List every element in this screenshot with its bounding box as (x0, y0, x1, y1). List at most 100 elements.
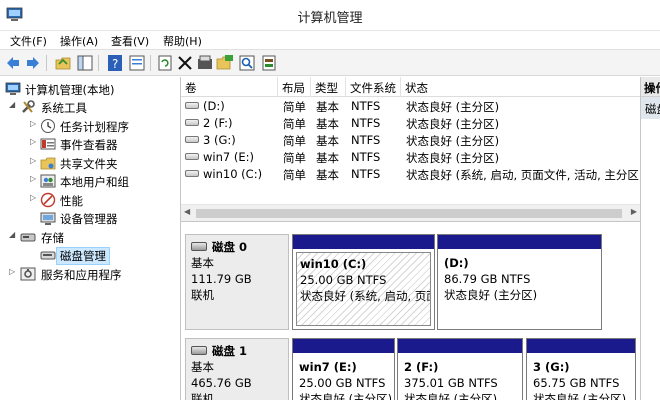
window-title: 计算机管理 (297, 11, 363, 26)
storage-icon (20, 233, 36, 242)
disk-label[interactable]: 磁盘 0 基本 111.79 GB 联机 (185, 234, 289, 330)
menu-file[interactable]: 文件(F) (10, 33, 47, 49)
tree-label: 磁盘管理 (56, 247, 110, 265)
services-icon (20, 267, 36, 281)
volume-filesystem: NTFS (351, 150, 381, 164)
volume-type: 基本 (316, 100, 339, 114)
menu-action[interactable]: 操作(A) (60, 33, 98, 49)
partition-bar (438, 235, 601, 249)
volume-status: 状态良好 (主分区) (406, 151, 500, 165)
tree-label: 计算机管理(本地) (25, 83, 115, 97)
column-header-status[interactable]: 状态 (401, 77, 640, 97)
open-icon[interactable] (216, 54, 234, 72)
menu-help[interactable]: 帮助(H) (163, 33, 202, 49)
tree-item-event-viewer[interactable]: ▷ 事件查看器 (0, 135, 181, 153)
partition-status: 状态良好 (主分区) (533, 392, 627, 400)
partition-name: win7 (E:) (299, 360, 357, 374)
action-pane-header: 操作 (641, 77, 660, 97)
chevron-right-icon[interactable]: ▷ (30, 156, 38, 165)
volume-filesystem: NTFS (351, 167, 381, 181)
volume-row[interactable]: win10 (C:) 简单 基本 NTFS 状态良好 (系统, 启动, 页面文件… (181, 166, 643, 183)
refresh-icon[interactable] (156, 54, 174, 72)
chevron-right-icon[interactable]: ▷ (30, 193, 38, 202)
volume-status: 状态良好 (主分区) (406, 134, 500, 148)
device-manager-icon (40, 212, 56, 225)
back-arrow-icon[interactable] (4, 54, 22, 72)
partition-size: 25.00 GB NTFS (300, 273, 387, 287)
scroll-left-icon[interactable]: ◀ (184, 207, 190, 216)
disk-properties-icon[interactable] (260, 54, 278, 72)
volume-filesystem: NTFS (351, 99, 381, 113)
volume-type: 基本 (316, 117, 339, 131)
tree-item-performance[interactable]: ▷ 性能 (0, 191, 181, 209)
search-icon[interactable] (238, 54, 256, 72)
properties-icon[interactable] (128, 54, 146, 72)
volume-status: 状态良好 (主分区) (406, 100, 500, 114)
tree-item-task-scheduler[interactable]: ▷ 任务计划程序 (0, 117, 181, 135)
chevron-right-icon[interactable]: ▷ (9, 267, 17, 276)
column-header-filesystem[interactable]: 文件系统 (346, 77, 401, 97)
volume-row[interactable]: 2 (F:) 简单 基本 NTFS 状态良好 (主分区) (181, 115, 640, 132)
volume-type: 基本 (316, 134, 339, 148)
format-icon[interactable] (196, 54, 214, 72)
disk-label[interactable]: 磁盘 1 基本 465.76 GB 联机 (185, 338, 289, 400)
partition-g[interactable]: 3 (G:) 65.75 GB NTFS 状态良好 (主分区) (526, 338, 636, 400)
shared-folder-icon (40, 157, 56, 170)
partition-bar (293, 339, 394, 353)
tree-item-system-tools[interactable]: ◢ 系统工具 (0, 98, 181, 116)
volume-row[interactable]: 3 (G:) 简单 基本 NTFS 状态良好 (主分区) (181, 132, 640, 149)
disk-name: 磁盘 0 (191, 239, 288, 255)
delete-icon[interactable] (176, 54, 194, 72)
column-header-layout[interactable]: 布局 (278, 77, 311, 97)
disk-size: 111.79 GB (191, 272, 252, 286)
up-folder-icon[interactable] (54, 54, 72, 72)
partition-status: 状态良好 (主分区) (404, 392, 498, 400)
tree-item-storage[interactable]: ◢ 存储 (0, 228, 181, 246)
chevron-right-icon[interactable]: ▷ (30, 119, 38, 128)
volume-row[interactable]: (D:) 简单 基本 NTFS 状态良好 (主分区) (181, 98, 640, 115)
volume-type: 基本 (316, 151, 339, 165)
volume-icon (185, 102, 199, 109)
tree-item-device-manager[interactable]: 设备管理器 (0, 209, 181, 227)
tree-item-root[interactable]: 计算机管理(本地) (0, 80, 181, 98)
chevron-down-icon[interactable]: ◢ (9, 230, 17, 239)
column-header-type[interactable]: 类型 (311, 77, 346, 97)
show-tree-icon[interactable] (76, 54, 94, 72)
tree-label: 设备管理器 (60, 212, 118, 226)
navigation-tree: 计算机管理(本地) ◢ 系统工具 ▷ 任务计划程序 ▷ 事件查看器 ▷ 共享文件… (0, 77, 181, 400)
scrollbar-thumb[interactable] (196, 209, 622, 218)
partition-d[interactable]: (D:) 86.79 GB NTFS 状态良好 (主分区) (437, 234, 602, 330)
toolbar: ? (0, 49, 660, 76)
volume-row[interactable]: win7 (E:) 简单 基本 NTFS 状态良好 (主分区) (181, 149, 640, 166)
tree-item-disk-management[interactable]: 磁盘管理 (0, 246, 181, 265)
action-item-disk-management[interactable]: 磁盘管理 (641, 97, 660, 119)
volume-icon (185, 170, 199, 177)
chevron-right-icon[interactable]: ▷ (30, 137, 38, 146)
partition-f[interactable]: 2 (F:) 375.01 GB NTFS 状态良好 (主分区) (397, 338, 523, 400)
volume-name: 2 (F:) (203, 116, 233, 130)
chevron-down-icon[interactable]: ◢ (9, 100, 17, 109)
horizontal-scrollbar[interactable]: ◀ ▶ (181, 204, 640, 221)
partition-name: (D:) (444, 256, 469, 270)
partition-body: 2 (F:) 375.01 GB NTFS 状态良好 (主分区) (401, 356, 519, 400)
tree-label: 性能 (60, 194, 83, 208)
volume-list-header: 卷 布局 类型 文件系统 状态 (181, 77, 640, 97)
menu-view[interactable]: 查看(V) (111, 33, 149, 49)
volume-name: win7 (E:) (203, 150, 254, 164)
chevron-right-icon[interactable]: ▷ (30, 174, 38, 183)
scroll-right-icon[interactable]: ▶ (631, 207, 637, 216)
column-header-volume[interactable]: 卷 (181, 77, 278, 97)
tree-item-services-apps[interactable]: ▷ 服务和应用程序 (0, 265, 181, 283)
users-icon (40, 174, 56, 188)
menu-bar: 文件(F) 操作(A) 查看(V) 帮助(H) (0, 31, 660, 49)
tree-item-shared-folders[interactable]: ▷ 共享文件夹 (0, 154, 181, 172)
tree-item-local-users-groups[interactable]: ▷ 本地用户和组 (0, 172, 181, 190)
partition-status: 状态良好 (主分区) (299, 392, 391, 400)
forward-arrow-icon[interactable] (24, 54, 42, 72)
disk-type: 基本 (191, 256, 214, 270)
partition-status: 状态良好 (系统, 启动, 页面 (300, 289, 431, 303)
event-viewer-icon (40, 138, 56, 150)
partition-e[interactable]: win7 (E:) 25.00 GB NTFS 状态良好 (主分区) (292, 338, 395, 400)
partition-c[interactable]: win10 (C:) 25.00 GB NTFS 状态良好 (系统, 启动, 页… (292, 234, 435, 330)
help-icon[interactable]: ? (106, 54, 124, 72)
